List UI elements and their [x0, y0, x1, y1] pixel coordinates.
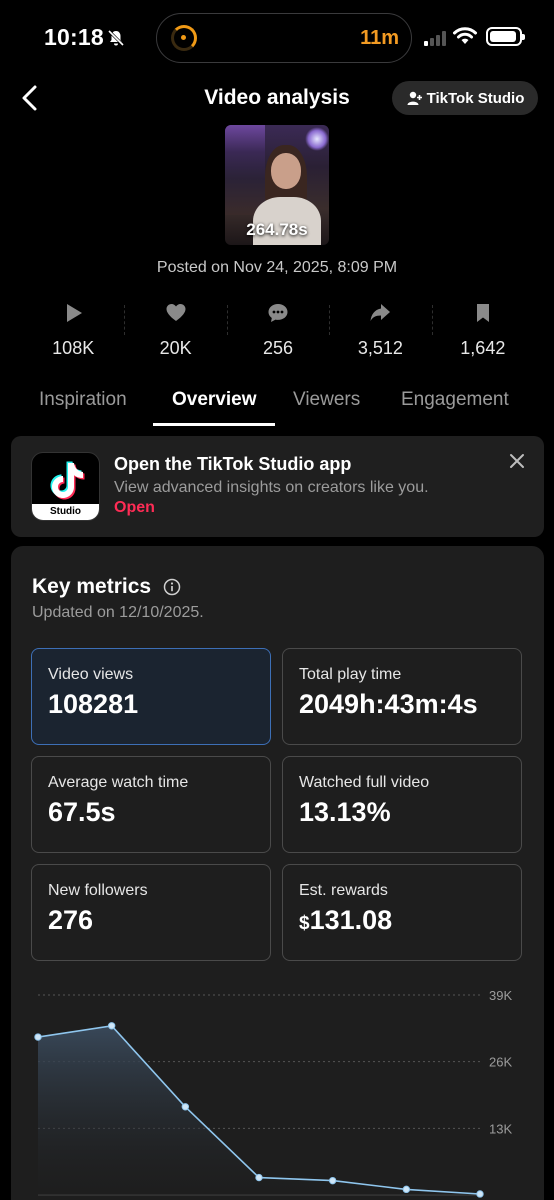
analysis-tabs: Inspiration Overview Viewers Engagement [0, 384, 554, 428]
shares-count: 3,512 [357, 338, 403, 358]
metric-watched-full-video[interactable]: Watched full video 13.13% [282, 756, 522, 853]
clock: 10:18 [44, 24, 104, 50]
views-chart[interactable]: 39K 26K 13K [22, 980, 522, 1200]
metric-label: Est. rewards [299, 882, 388, 899]
metric-label: Watched full video [299, 774, 430, 791]
stat-views: 108K [22, 295, 124, 365]
metric-average-watch-time[interactable]: Average watch time 67.5s [31, 756, 271, 853]
active-tab-indicator [153, 423, 275, 426]
chart-y-tick-label: 26K [489, 1055, 512, 1070]
metric-value: 2049h:43m:4s [299, 689, 478, 719]
tiktok-studio-label: TikTok Studio [426, 89, 525, 107]
heart-icon [166, 304, 186, 321]
views-count: 108K [52, 338, 95, 358]
metrics-updated-date: Updated on 12/10/2025. [32, 604, 204, 621]
stat-likes: 20K [124, 295, 226, 365]
metric-new-followers[interactable]: New followers 276 [31, 864, 271, 961]
metric-label: New followers [48, 882, 148, 899]
studio-promo-card[interactable]: Studio Open the TikTok Studio app View a… [11, 436, 544, 537]
metric-value: 108281 [48, 689, 139, 719]
currency-symbol: $ [299, 913, 310, 934]
tab-overview[interactable]: Overview [172, 389, 257, 411]
app-icon-label: Studio [32, 504, 99, 520]
thumbnail-lamp [305, 127, 329, 151]
chart-data-point[interactable] [255, 1173, 263, 1182]
metric-label: Total play time [299, 666, 402, 683]
tab-viewers[interactable]: Viewers [293, 389, 360, 411]
metric-est-rewards[interactable]: Est. rewards $131.08 [282, 864, 522, 961]
chart-data-point[interactable] [476, 1190, 484, 1198]
metric-video-views[interactable]: Video views 108281 [31, 648, 271, 745]
tiktok-studio-app-icon: Studio [31, 452, 100, 521]
person-add-icon [407, 91, 422, 105]
key-metrics-title: Key metrics [32, 575, 152, 598]
metric-label: Video views [48, 666, 134, 683]
comments-count: 256 [262, 338, 294, 358]
close-icon[interactable] [508, 452, 526, 470]
tiktok-logo-icon [50, 461, 85, 500]
tab-inspiration[interactable]: Inspiration [39, 389, 127, 411]
metric-value: 67.5s [48, 797, 116, 827]
status-bar: 10:18 11m [0, 0, 554, 76]
promo-subtitle: View advanced insights on creators like … [114, 479, 429, 496]
thumbnail-shelf [225, 125, 265, 215]
activity-timer: 11m [360, 27, 399, 49]
thumbnail-face [271, 153, 301, 189]
chart-data-point[interactable] [328, 1176, 337, 1185]
info-icon[interactable] [163, 578, 181, 596]
open-studio-link[interactable]: Open [114, 499, 155, 517]
metric-value: 13.13% [299, 797, 391, 827]
chart-data-point[interactable] [107, 1022, 116, 1030]
rewards-amount: 131.08 [309, 905, 393, 935]
play-icon [67, 304, 83, 322]
metric-total-play-time[interactable]: Total play time 2049h:43m:4s [282, 648, 522, 745]
stat-shares: 3,512 [329, 295, 431, 365]
metric-label: Average watch time [48, 774, 189, 791]
stat-comments: 256 [226, 295, 329, 365]
bookmark-icon [476, 304, 489, 322]
bell-muted-icon [107, 29, 125, 47]
stat-saves: 1,642 [431, 295, 534, 365]
chart-data-point[interactable] [34, 1033, 42, 1041]
likes-count: 20K [159, 338, 192, 358]
tiktok-studio-button[interactable]: TikTok Studio [392, 81, 538, 115]
video-thumbnail[interactable]: 264.78s [225, 125, 329, 245]
chart-data-point[interactable] [181, 1103, 190, 1111]
wifi-icon [453, 27, 477, 44]
metric-value: $131.08 [299, 905, 392, 936]
chart-y-tick-label: 13K [489, 1121, 512, 1136]
chart-data-point[interactable] [402, 1185, 411, 1194]
posted-date: Posted on Nov 24, 2025, 8:09 PM [156, 259, 398, 276]
battery-icon [486, 27, 525, 46]
tab-engagement[interactable]: Engagement [401, 389, 509, 411]
saves-count: 1,642 [460, 338, 506, 358]
video-duration: 264.78s [246, 220, 308, 239]
share-arrow-icon [370, 304, 391, 321]
comment-icon [268, 304, 288, 322]
cellular-signal-icon [424, 30, 448, 46]
activity-ring-icon [171, 25, 197, 51]
chart-area-fill [38, 1025, 480, 1195]
video-stats-row: 108K 20K 256 3,512 1,642 [22, 295, 534, 365]
dynamic-island[interactable]: 11m [156, 13, 412, 63]
metric-value: 276 [48, 905, 94, 935]
promo-title: Open the TikTok Studio app [114, 454, 352, 474]
chart-y-tick-label: 39K [489, 988, 512, 1003]
